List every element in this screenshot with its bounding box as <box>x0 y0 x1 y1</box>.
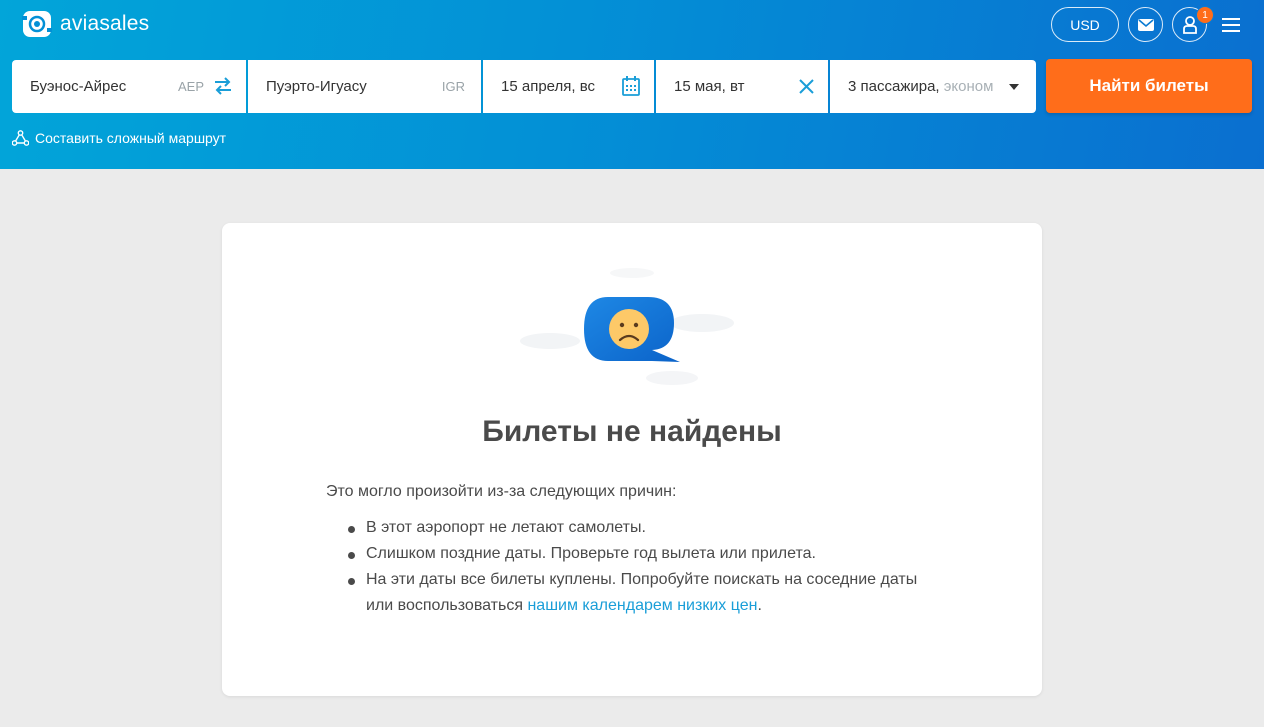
chevron-down-icon <box>1009 84 1019 90</box>
find-tickets-button[interactable]: Найти билеты <box>1046 59 1252 113</box>
origin-code: AEP <box>177 79 204 94</box>
header-actions: USD 1 <box>1051 6 1246 42</box>
logo-text: aviasales <box>60 12 150 35</box>
passengers-count: 3 пассажира, <box>848 78 940 95</box>
complex-route-link[interactable]: Составить сложный маршрут <box>12 130 226 146</box>
no-results-card: Билеты не найдены Это могло произойти из… <box>222 223 1042 696</box>
destination-code: IGR <box>441 79 465 94</box>
search-form: Буэнос-Айрес AEP Пуэрто-Игуасу IGR 15 ап… <box>12 60 1036 113</box>
messages-button[interactable] <box>1128 7 1163 42</box>
destination-value: Пуэрто-Игуасу <box>266 78 367 95</box>
currency-button[interactable]: USD <box>1051 7 1119 42</box>
profile-button[interactable]: 1 <box>1172 6 1214 42</box>
aviasales-logo-icon <box>22 11 52 37</box>
list-item: В этот аэропорт не летают самолеты. <box>326 515 926 541</box>
header: aviasales USD 1 Буэнос-Айрес AEP Пуэрто-… <box>0 0 1264 169</box>
hamburger-icon <box>1222 17 1240 32</box>
return-date-value: 15 мая, вт <box>674 78 745 95</box>
swap-icon[interactable] <box>214 77 232 95</box>
mail-icon <box>1137 18 1154 31</box>
calendar-icon <box>622 76 640 96</box>
list-item: На эти даты все билеты куплены. Попробуй… <box>326 567 926 619</box>
low-price-calendar-link[interactable]: нашим календарем низких цен <box>527 597 757 614</box>
cabin-class: эконом <box>943 78 994 95</box>
reasons-list: В этот аэропорт не летают самолеты. Слиш… <box>326 515 926 619</box>
clear-icon[interactable] <box>799 79 814 94</box>
complex-route-label: Составить сложный маршрут <box>35 130 227 146</box>
menu-button[interactable] <box>1216 7 1246 42</box>
notification-badge: 1 <box>1196 6 1214 24</box>
depart-date-value: 15 апреля, вс <box>501 78 596 95</box>
reason-3-end: . <box>757 597 762 614</box>
destination-field[interactable]: Пуэрто-Игуасу IGR <box>248 60 481 113</box>
depart-date-field[interactable]: 15 апреля, вс <box>483 60 654 113</box>
page-title: Билеты не найдены <box>482 415 782 448</box>
route-icon <box>12 130 29 146</box>
user-icon <box>1182 15 1197 34</box>
sad-message-icon <box>520 268 734 385</box>
reasons-intro: Это могло произойти из-за следующих прич… <box>326 483 677 500</box>
passengers-field[interactable]: 3 пассажира, эконом <box>830 60 1036 113</box>
list-item: Слишком поздние даты. Проверьте год выле… <box>326 541 926 567</box>
reasons-block: Это могло произойти из-за следующих прич… <box>326 479 926 619</box>
origin-value: Буэнос-Айрес <box>30 78 127 95</box>
logo[interactable]: aviasales <box>22 10 149 38</box>
origin-field[interactable]: Буэнос-Айрес AEP <box>12 60 246 113</box>
return-date-field[interactable]: 15 мая, вт <box>656 60 828 113</box>
passengers-value: 3 пассажира, эконом <box>848 78 993 95</box>
